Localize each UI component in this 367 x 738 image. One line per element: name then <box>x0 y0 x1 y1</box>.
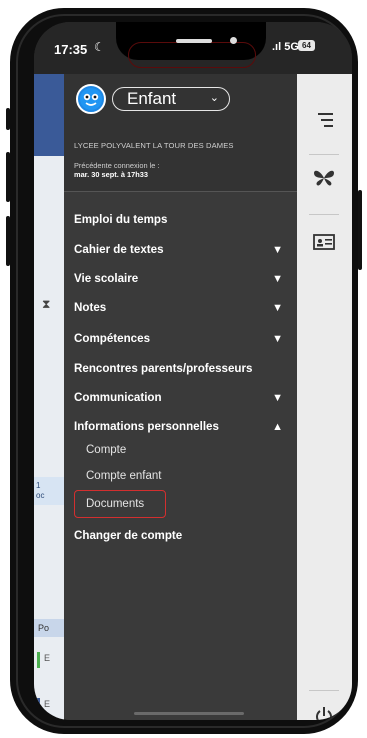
menu-item-label: Informations personnelles <box>74 420 219 433</box>
notch-dot <box>230 37 237 44</box>
signal-indicator: .ıl 5G <box>272 41 299 53</box>
menu-item-competences[interactable]: Compétences ▼ <box>74 327 287 351</box>
hourglass-icon: ⧗ <box>42 297 51 311</box>
menu-item-label: Emploi du temps <box>74 213 168 226</box>
menu-item-informations-personnelles[interactable]: Informations personnelles ▲ <box>74 415 287 439</box>
chevron-down-icon: ▼ <box>272 273 283 285</box>
avatar-face-icon <box>80 88 102 110</box>
last-login-label: Précédente connexion le : <box>74 161 160 170</box>
menu-item-label: Communication <box>74 391 162 404</box>
battery-icon: 64 <box>298 40 315 51</box>
menu-item-cahier-de-textes[interactable]: Cahier de textes ▼ <box>74 238 287 262</box>
drawer-header: Enfant ⌄ LYCEE POLYVALENT LA TOUR DES DA… <box>64 74 297 192</box>
chevron-down-icon: ▼ <box>272 302 283 314</box>
menu-item-label: Cahier de textes <box>74 243 164 256</box>
menu-item-label: Rencontres parents/professeurs <box>74 362 253 375</box>
submenu-item-documents[interactable]: Documents <box>86 494 144 514</box>
menu-item-label: Notes <box>74 301 107 314</box>
rail-separator <box>309 690 339 691</box>
menu-item-label: Vie scolaire <box>74 272 139 285</box>
background-card-line: oc <box>36 491 45 500</box>
background-bar <box>37 652 40 668</box>
background-strip: Po <box>34 619 64 637</box>
side-button <box>358 190 362 270</box>
rail-separator <box>309 214 339 215</box>
rail-separator <box>309 154 339 155</box>
background-card-line: 1 <box>36 481 41 490</box>
background-row: E <box>44 699 51 709</box>
menu-item-label: Changer de compte <box>74 529 183 542</box>
background-bar <box>37 698 40 714</box>
chevron-down-icon: ▼ <box>272 333 283 345</box>
navigation-drawer: Enfant ⌄ LYCEE POLYVALENT LA TOUR DES DA… <box>64 74 297 720</box>
moon-icon: ☾ <box>94 40 105 54</box>
status-bar: 17:35 ☾ .ıl 5G 64 <box>34 22 352 74</box>
menu-item-changer-de-compte[interactable]: Changer de compte <box>74 524 287 548</box>
menu-item-vie-scolaire[interactable]: Vie scolaire ▼ <box>74 267 287 291</box>
submenu-item-compte-enfant[interactable]: Compte enfant <box>86 466 161 486</box>
last-login-date: mar. 30 sept. à 17h33 <box>74 170 148 179</box>
menu-icon[interactable] <box>315 112 335 135</box>
id-card-icon[interactable] <box>313 234 335 255</box>
side-button <box>6 216 10 266</box>
home-indicator <box>134 712 244 715</box>
right-rail <box>297 74 352 720</box>
recording-indicator <box>128 42 256 68</box>
status-time: 17:35 <box>54 42 88 57</box>
avatar[interactable] <box>76 84 106 114</box>
butterfly-icon[interactable] <box>312 168 336 193</box>
background-header <box>34 74 64 156</box>
background-row: E <box>44 653 51 663</box>
child-selector[interactable]: Enfant ⌄ <box>112 87 230 111</box>
notch-bar <box>176 39 212 43</box>
chevron-down-icon: ▼ <box>272 244 283 256</box>
side-button <box>6 108 10 130</box>
menu-item-emploi-du-temps[interactable]: Emploi du temps <box>74 208 287 232</box>
hamburger-icon <box>318 113 333 127</box>
chevron-down-icon: ⌄ <box>209 92 219 104</box>
id-card-glyph <box>313 234 335 250</box>
screen: 17:35 ☾ .ıl 5G 64 ⧗ 1 oc Po E E Enfant ⌄… <box>34 22 352 720</box>
butterfly-glyph <box>314 170 334 186</box>
school-name: LYCEE POLYVALENT LA TOUR DES DAMES <box>74 141 234 150</box>
chevron-down-icon: ▼ <box>272 392 283 404</box>
menu-item-label: Compétences <box>74 332 151 345</box>
menu-item-notes[interactable]: Notes ▼ <box>74 296 287 320</box>
network-type: 5G <box>284 41 299 53</box>
background-card: 1 oc <box>34 477 64 505</box>
child-selector-value: Enfant <box>127 89 177 108</box>
submenu-item-compte[interactable]: Compte <box>86 440 126 460</box>
menu-item-communication[interactable]: Communication ▼ <box>74 386 287 410</box>
menu-item-rencontres[interactable]: Rencontres parents/professeurs <box>74 357 287 381</box>
power-icon[interactable] <box>314 706 334 720</box>
power-glyph <box>316 707 332 720</box>
side-button <box>6 152 10 202</box>
chevron-up-icon: ▲ <box>272 421 283 433</box>
